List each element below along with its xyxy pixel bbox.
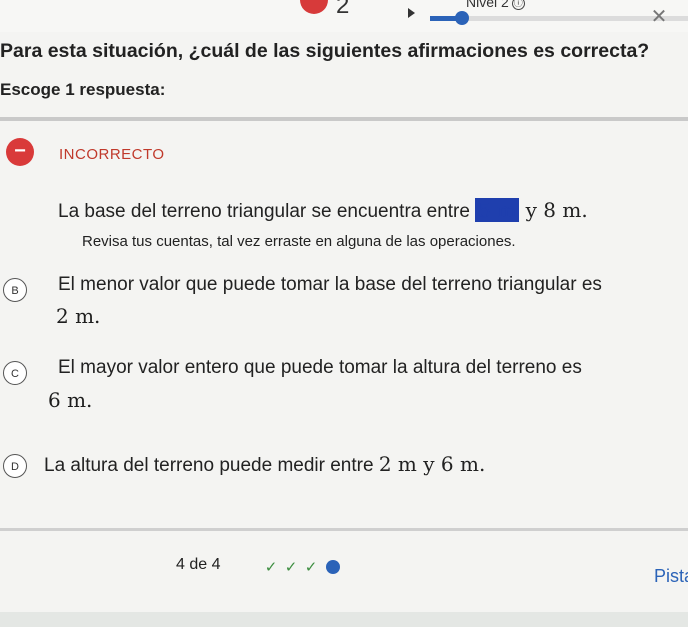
section-divider [0, 117, 688, 121]
answer-option-d[interactable]: D La altura del terreno puede medir entr… [0, 450, 688, 490]
incorrect-status-label: INCORRECTO [59, 146, 165, 163]
option-a-connector: y [519, 198, 544, 222]
answer-option-a[interactable]: − INCORRECTO La base del terreno triangu… [0, 138, 688, 256]
option-a-text-start: La base del terreno triangular se encuen… [58, 201, 476, 222]
option-b-value: 2 m. [56, 304, 101, 328]
progress-checks: ✓ ✓ ✓ [262, 558, 340, 576]
answer-option-c[interactable]: C El mayor valor entero que puede tomar … [0, 355, 688, 425]
feedback-message: Revisa tus cuentas, tal vez erraste en a… [82, 233, 516, 250]
option-b-text: El menor valor que puede tomar la base d… [58, 274, 602, 295]
top-bar: 2 Nivel 2 ⓘ ✕ [0, 0, 688, 32]
answer-option-b[interactable]: B El menor valor que puede tomar la base… [0, 272, 688, 342]
level-indicator-circle [300, 0, 328, 14]
play-icon[interactable] [408, 8, 415, 18]
option-d-value-2: 6 m. [440, 452, 486, 476]
incorrect-icon: − [6, 138, 34, 166]
option-d-value-1: 2 m [378, 452, 417, 476]
option-d-letter-badge: D [3, 454, 27, 478]
level-label: Nivel 2 ⓘ [466, 0, 525, 10]
option-d-text-start: La altura del terreno puede medir entre [44, 455, 379, 476]
progress-marker [455, 11, 469, 25]
option-a-value-2: 8 m. [543, 198, 588, 222]
option-c-value: 6 m. [48, 388, 93, 412]
level-label-text: Nivel 2 [466, 0, 509, 10]
question-prompt: Para esta situación, ¿cuál de las siguie… [0, 40, 650, 62]
bottom-strip [0, 612, 688, 627]
check-icon: ✓ [304, 559, 318, 576]
info-icon[interactable]: ⓘ [511, 0, 525, 10]
option-c-text: El mayor valor entero que puede tomar la… [58, 357, 582, 378]
question-counter: 4 de 4 [176, 556, 221, 573]
option-a-value-1: 5 m [475, 198, 520, 222]
option-d-text: La altura del terreno puede medir entre … [44, 452, 485, 477]
hint-button[interactable]: Pista [654, 566, 688, 587]
check-icon: ✓ [284, 559, 298, 576]
check-icon: ✓ [264, 559, 278, 576]
level-number: 2 [336, 0, 350, 19]
option-a-text: La base del terreno triangular se encuen… [58, 198, 588, 223]
current-question-dot [326, 560, 340, 574]
close-icon[interactable]: ✕ [648, 6, 670, 28]
option-c-letter-badge: C [3, 361, 27, 385]
level-progress-fill [430, 16, 456, 21]
option-d-connector: y [416, 452, 441, 476]
footer-divider [0, 528, 688, 531]
option-b-letter-badge: B [3, 278, 27, 302]
answer-instruction: Escoge 1 respuesta: [0, 80, 166, 99]
